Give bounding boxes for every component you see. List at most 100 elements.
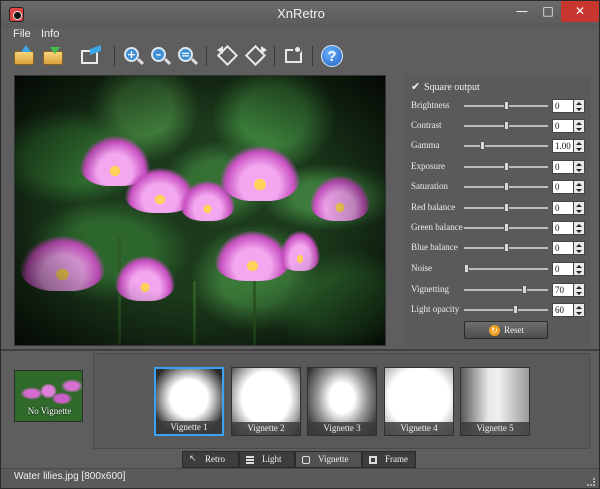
contrast-slider-thumb[interactable] <box>504 121 509 130</box>
image-preview[interactable] <box>14 75 386 346</box>
spin-down-icon[interactable] <box>576 312 582 315</box>
light-opacity-slider-thumb[interactable] <box>513 305 518 314</box>
spin-down-icon[interactable] <box>576 271 582 274</box>
settings-icon[interactable] <box>283 45 305 67</box>
noise-slider-thumb[interactable] <box>464 264 469 273</box>
tab-light[interactable]: Light <box>239 451 295 468</box>
preset-vignette-2[interactable]: Vignette 2 <box>231 367 301 436</box>
red-balance-value-field[interactable]: 0 <box>552 201 574 215</box>
red-balance-spinner[interactable] <box>574 201 585 215</box>
blue-balance-slider-thumb[interactable] <box>504 243 509 252</box>
brightness-slider-thumb[interactable] <box>504 101 509 110</box>
exposure-slider-thumb[interactable] <box>504 162 509 171</box>
maximize-button[interactable]: □ <box>535 1 561 22</box>
minimize-button[interactable]: — <box>509 1 535 22</box>
spin-up-icon[interactable] <box>576 142 582 145</box>
spin-down-icon[interactable] <box>576 108 582 111</box>
light-opacity-value-field[interactable]: 60 <box>552 303 574 317</box>
vignetting-slider-thumb[interactable] <box>522 285 527 294</box>
spin-up-icon[interactable] <box>576 286 582 289</box>
tab-retro[interactable]: ↖ Retro <box>182 451 239 468</box>
spin-up-icon[interactable] <box>576 163 582 166</box>
rotate-left-icon[interactable] <box>216 44 239 67</box>
light-opacity-spinner[interactable] <box>574 303 585 317</box>
noise-value-field[interactable]: 0 <box>552 262 574 276</box>
help-icon[interactable]: ? <box>321 45 343 67</box>
square-output-label: Square output <box>424 82 480 93</box>
spin-up-icon[interactable] <box>576 244 582 247</box>
spin-down-icon[interactable] <box>576 128 582 131</box>
gamma-spinner[interactable] <box>574 139 585 153</box>
toolbar-separator <box>312 46 313 66</box>
spin-up-icon[interactable] <box>576 265 582 268</box>
saturation-slider-thumb[interactable] <box>504 182 509 191</box>
light-opacity-slider-track[interactable] <box>464 309 548 311</box>
zoom-in-icon[interactable]: + <box>122 45 145 67</box>
blue-balance-spinner[interactable] <box>574 241 585 255</box>
preset-vignette-1[interactable]: Vignette 1 <box>154 367 224 436</box>
spin-down-icon[interactable] <box>576 230 582 233</box>
original-thumbnail[interactable]: No Vignette <box>14 370 83 422</box>
spin-down-icon[interactable] <box>576 169 582 172</box>
exposure-value-field[interactable]: 0 <box>552 160 574 174</box>
spin-up-icon[interactable] <box>576 306 582 309</box>
blue-balance-value-field[interactable]: 0 <box>552 241 574 255</box>
menu-file[interactable]: File <box>13 28 31 40</box>
zoom-fit-icon[interactable]: = <box>176 45 199 67</box>
brightness-spinner[interactable] <box>574 99 585 113</box>
saturation-value-field[interactable]: 0 <box>552 180 574 194</box>
contrast-value-field[interactable]: 0 <box>552 119 574 133</box>
spin-up-icon[interactable] <box>576 122 582 125</box>
green-balance-value-field[interactable]: 0 <box>552 221 574 235</box>
spin-down-icon[interactable] <box>576 292 582 295</box>
menu-info[interactable]: Info <box>41 28 59 40</box>
preset-vignette-3[interactable]: Vignette 3 <box>307 367 377 436</box>
tab-retro-label: Retro <box>205 454 225 464</box>
tab-vignette[interactable]: Vignette <box>295 451 362 468</box>
noise-slider-track[interactable] <box>464 268 548 270</box>
spin-up-icon[interactable] <box>576 183 582 186</box>
green-balance-label: Green balance <box>411 222 463 232</box>
adjustment-row-gamma: Gamma 1.00 <box>404 137 590 155</box>
rotate-right-icon[interactable] <box>244 44 267 67</box>
zoom-out-icon[interactable]: – <box>149 45 172 67</box>
noise-spinner[interactable] <box>574 262 585 276</box>
vignette-effect-overlay <box>15 76 385 345</box>
saturation-spinner[interactable] <box>574 180 585 194</box>
gamma-slider-track[interactable] <box>464 145 548 147</box>
brightness-value-field[interactable]: 0 <box>552 99 574 113</box>
spin-up-icon[interactable] <box>576 204 582 207</box>
contrast-label: Contrast <box>411 120 442 130</box>
gamma-value-field[interactable]: 1.00 <box>552 139 574 153</box>
vignetting-spinner[interactable] <box>574 283 585 297</box>
gamma-slider-thumb[interactable] <box>480 141 485 150</box>
green-balance-spinner[interactable] <box>574 221 585 235</box>
green-balance-slider-thumb[interactable] <box>504 223 509 232</box>
spin-down-icon[interactable] <box>576 250 582 253</box>
red-balance-slider-thumb[interactable] <box>504 203 509 212</box>
resize-grip-icon[interactable] <box>587 478 595 486</box>
reset-button[interactable]: ↻ Reset <box>464 321 548 339</box>
vignetting-value-field[interactable]: 70 <box>552 283 574 297</box>
preset-vignette-5[interactable]: Vignette 5 <box>460 367 530 436</box>
close-button[interactable]: ✕ <box>561 1 599 22</box>
preset-strip: Vignette 1 Vignette 2 Vignette 3 Vignett… <box>93 353 590 449</box>
tab-frame[interactable]: Frame <box>362 451 416 468</box>
adjustment-row-light-opacity: Light opacity 60 <box>404 301 590 319</box>
contrast-spinner[interactable] <box>574 119 585 133</box>
open-icon[interactable] <box>13 45 35 67</box>
spin-down-icon[interactable] <box>576 210 582 213</box>
adjustment-row-vignetting: Vignetting 70 <box>404 281 590 299</box>
title-bar[interactable]: XnRetro — □ ✕ <box>1 1 599 28</box>
preset-vignette-4[interactable]: Vignette 4 <box>384 367 454 436</box>
spin-up-icon[interactable] <box>576 224 582 227</box>
spin-up-icon[interactable] <box>576 102 582 105</box>
vignetting-slider-track[interactable] <box>464 289 548 291</box>
exposure-spinner[interactable] <box>574 160 585 174</box>
adjustment-row-red-balance: Red balance 0 <box>404 199 590 217</box>
spin-down-icon[interactable] <box>576 148 582 151</box>
save-icon[interactable] <box>42 45 64 67</box>
spin-down-icon[interactable] <box>576 189 582 192</box>
adjustment-row-contrast: Contrast 0 <box>404 117 590 135</box>
export-icon[interactable] <box>79 44 101 67</box>
